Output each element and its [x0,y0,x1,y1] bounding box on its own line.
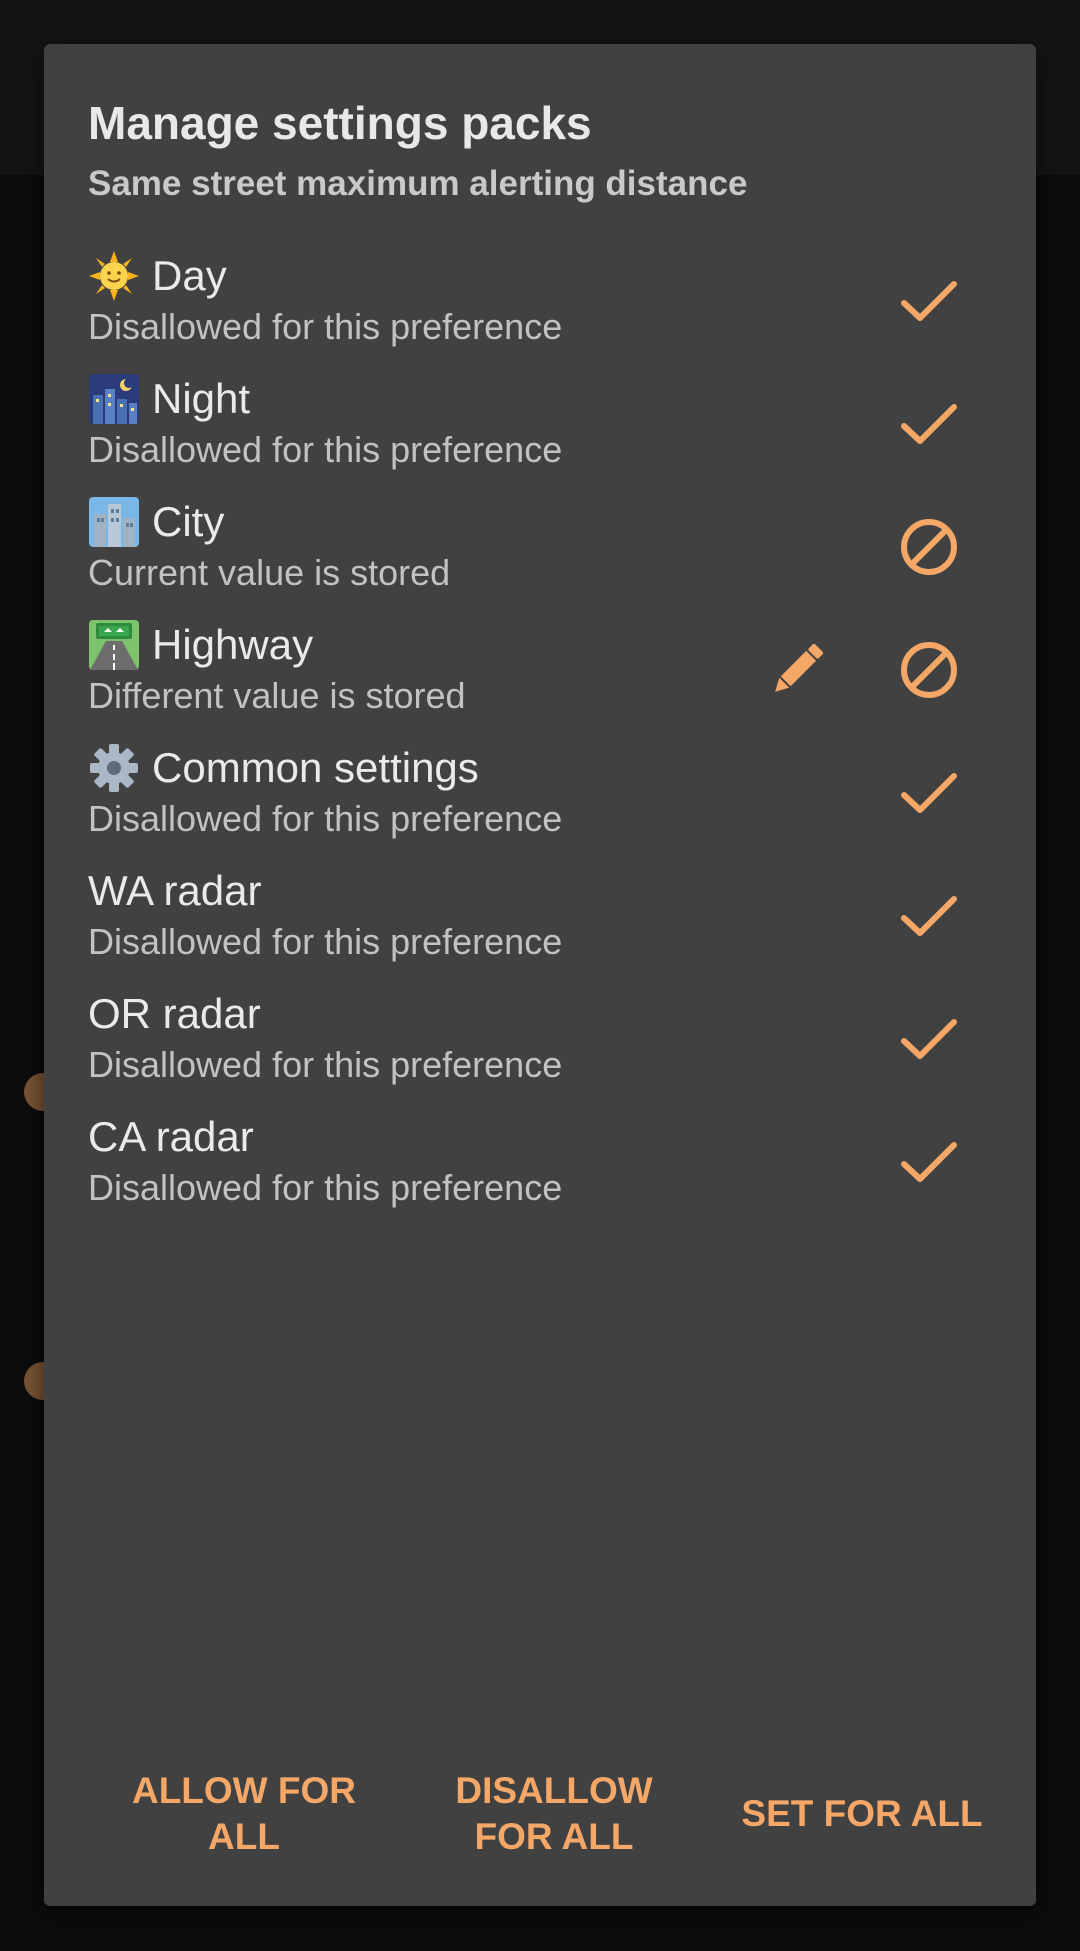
settings-pack-status: Disallowed for this preference [88,921,563,962]
settings-pack-name: CA radar [88,1109,254,1165]
disallow-for-all-label-line1: DISALLOW [455,1770,653,1811]
checkmark-icon[interactable] [894,1004,964,1074]
settings-pack-row[interactable]: Day Disallowed for this preference [44,240,1036,363]
settings-pack-row[interactable]: OR radar Disallowed for this preference [44,978,1036,1101]
allow-for-all-label-line1: ALLOW FOR [131,1770,356,1811]
cityscape-icon [88,496,140,548]
sun-face-icon [88,250,140,302]
settings-pack-name: City [88,494,224,550]
settings-pack-label: Night [152,375,251,422]
checkmark-icon[interactable] [894,389,964,459]
settings-pack-row[interactable]: Common settings Disallowed for this prefe… [44,732,1036,855]
settings-pack-status: Current value is stored [88,552,451,593]
settings-pack-name: WA radar [88,863,262,919]
settings-pack-status: Disallowed for this preference [88,429,563,470]
edit-pencil-icon[interactable] [762,635,832,705]
checkmark-icon[interactable] [894,881,964,951]
settings-pack-label: OR radar [88,990,261,1037]
dialog-subtitle: Same street maximum alerting distance [88,164,748,203]
settings-pack-label: Day [152,252,227,299]
allow-for-all-button[interactable]: ALLOW FOR ALL [104,1759,384,1869]
settings-pack-name: OR radar [88,986,261,1042]
gear-icon [88,742,140,794]
settings-pack-status: Different value is stored [88,675,466,716]
settings-pack-name: Common settings [88,740,479,796]
settings-pack-label: CA radar [88,1113,254,1160]
settings-pack-name: Highway [88,617,313,673]
settings-pack-status: Disallowed for this preference [88,1167,563,1208]
settings-pack-name: Night [88,371,250,427]
allow-for-all-label-line2: ALL [208,1816,280,1857]
settings-pack-row[interactable]: City Current value is stored [44,486,1036,609]
set-for-all-button[interactable]: SET FOR ALL [712,1759,1012,1869]
blocked-icon[interactable] [894,635,964,705]
settings-pack-label: Highway [152,621,314,668]
dialog-title: Manage settings packs [88,97,592,149]
settings-pack-status: Disallowed for this preference [88,798,563,839]
highway-icon [88,619,140,671]
manage-settings-packs-dialog: Manage settings packs Same street maximu… [44,44,1036,1906]
checkmark-icon[interactable] [894,266,964,336]
settings-pack-label: Common settings [152,744,479,791]
settings-pack-list: Day Disallowed for this preference Night Di… [44,240,1036,1224]
night-city-icon [88,373,140,425]
settings-pack-status: Disallowed for this preference [88,1044,563,1085]
settings-pack-status: Disallowed for this preference [88,306,563,347]
settings-pack-label: WA radar [88,867,262,914]
settings-pack-row[interactable]: Highway Different value is stored [44,609,1036,732]
settings-pack-row[interactable]: WA radar Disallowed for this preference [44,855,1036,978]
checkmark-icon[interactable] [894,758,964,828]
dialog-actions: ALLOW FOR ALL DISALLOW FOR ALL SET FOR ALL [44,1759,1036,1869]
settings-pack-label: City [152,498,225,545]
settings-pack-row[interactable]: CA radar Disallowed for this preference [44,1101,1036,1224]
disallow-for-all-label-line2: FOR ALL [474,1816,634,1857]
settings-pack-name: Day [88,248,227,304]
checkmark-icon[interactable] [894,1127,964,1197]
set-for-all-label: SET FOR ALL [741,1793,983,1834]
settings-pack-row[interactable]: Night Disallowed for this preference [44,363,1036,486]
blocked-icon[interactable] [894,512,964,582]
disallow-for-all-button[interactable]: DISALLOW FOR ALL [419,1759,689,1869]
